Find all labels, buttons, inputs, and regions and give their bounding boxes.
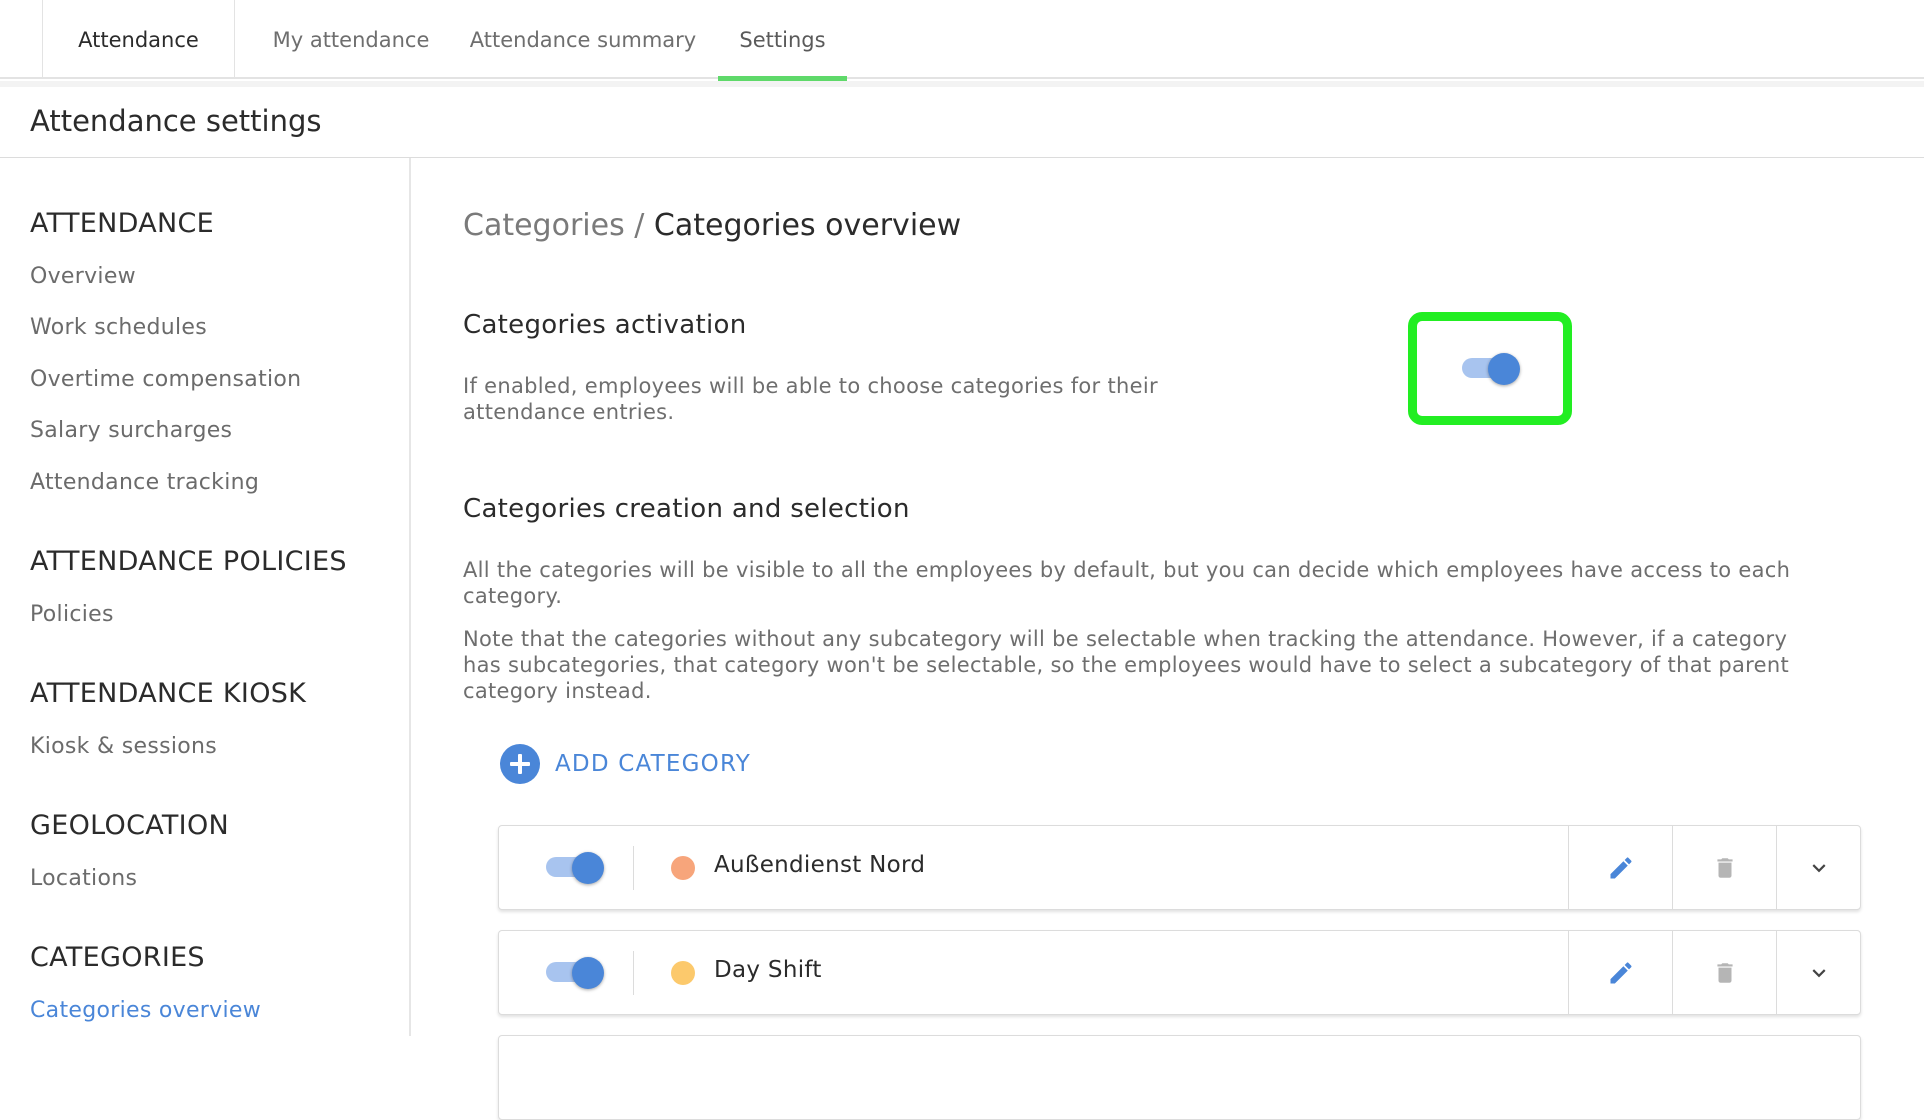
creation-note: Note that the categories without any sub…: [463, 626, 1789, 704]
row-divider: [633, 846, 634, 890]
sidebar-item-attendance-tracking[interactable]: Attendance tracking: [30, 470, 259, 495]
trash-icon: [1716, 962, 1733, 983]
settings-sidebar: ATTENDANCE Overview Work schedules Overt…: [0, 158, 411, 1036]
add-category-button[interactable]: ADD CATEGORY: [500, 744, 751, 784]
creation-note-line: category instead.: [463, 679, 652, 703]
tab-attendance-summary[interactable]: Attendance summary: [460, 0, 706, 79]
delete-category-button[interactable]: [1672, 931, 1776, 1014]
breadcrumb: Categories / Categories overview: [463, 208, 961, 243]
breadcrumb-current: Categories overview: [653, 208, 962, 243]
pencil-icon: [1610, 961, 1632, 983]
sidebar-section-categories: CATEGORIES: [30, 942, 205, 973]
page-title: Attendance settings: [30, 104, 322, 138]
sidebar-item-policies[interactable]: Policies: [30, 602, 114, 627]
creation-note-line: Note that the categories without any sub…: [463, 627, 1788, 651]
delete-category-button[interactable]: [1672, 826, 1776, 909]
breadcrumb-separator: /: [634, 208, 645, 243]
edit-category-button[interactable]: [1568, 931, 1672, 1014]
category-row: Day Shift: [498, 930, 1861, 1015]
breadcrumb-parent-link[interactable]: Categories: [463, 208, 625, 243]
category-row-partial: [498, 1035, 1861, 1120]
toggle-thumb: [572, 852, 604, 884]
activation-description-line: If enabled, employees will be able to ch…: [463, 374, 1158, 398]
sidebar-item-overview[interactable]: Overview: [30, 264, 136, 289]
creation-note-line: has subcategories, that category won't b…: [463, 653, 1790, 677]
tab-settings[interactable]: Settings: [718, 0, 847, 81]
activation-title: Categories activation: [463, 310, 747, 340]
top-tab-bar: Attendance My attendance Attendance summ…: [0, 0, 1924, 81]
category-name: Außendienst Nord: [714, 852, 926, 878]
category-color-dot: [671, 961, 695, 985]
sidebar-item-salary-surcharges[interactable]: Salary surcharges: [30, 418, 232, 443]
chevron-down-icon: [1812, 968, 1825, 977]
creation-description-line: All the categories will be visible to al…: [463, 558, 1791, 582]
chevron-down-icon: [1812, 863, 1825, 872]
categories-activation-toggle[interactable]: [1460, 353, 1520, 385]
sidebar-section-geolocation: GEOLOCATION: [30, 810, 229, 841]
creation-description-line: category.: [463, 584, 563, 608]
app-title-tab[interactable]: Attendance: [42, 0, 235, 79]
category-enabled-toggle[interactable]: [544, 852, 604, 884]
page-header: Attendance settings: [0, 87, 1924, 158]
category-color-dot: [671, 856, 695, 880]
expand-category-button[interactable]: [1776, 931, 1860, 1014]
category-enabled-toggle[interactable]: [544, 957, 604, 989]
activation-description-line: attendance entries.: [463, 400, 675, 424]
expand-category-button[interactable]: [1776, 826, 1860, 909]
activation-description: If enabled, employees will be able to ch…: [463, 373, 1158, 425]
tab-settings-label: Settings: [739, 27, 826, 52]
plus-circle-icon: [500, 744, 540, 784]
pencil-icon: [1610, 856, 1632, 878]
creation-title: Categories creation and selection: [463, 494, 910, 524]
sidebar-item-work-schedules[interactable]: Work schedules: [30, 315, 207, 340]
main-content: Categories / Categories overview Categor…: [413, 158, 1924, 1120]
toggle-thumb: [1488, 353, 1520, 385]
add-category-label: ADD CATEGORY: [555, 751, 751, 777]
sidebar-item-kiosk-sessions[interactable]: Kiosk & sessions: [30, 734, 217, 759]
tab-my-attendance[interactable]: My attendance: [270, 0, 432, 79]
category-name: Day Shift: [714, 957, 822, 983]
sidebar-item-locations[interactable]: Locations: [30, 866, 137, 891]
category-row: Außendienst Nord: [498, 825, 1861, 910]
sidebar-item-categories-overview[interactable]: Categories overview: [30, 998, 261, 1023]
sidebar-section-attendance-kiosk: ATTENDANCE KIOSK: [30, 678, 307, 709]
edit-category-button[interactable]: [1568, 826, 1672, 909]
creation-description: All the categories will be visible to al…: [463, 557, 1790, 609]
sidebar-section-attendance-policies: ATTENDANCE POLICIES: [30, 546, 347, 577]
sidebar-section-attendance: ATTENDANCE: [30, 208, 215, 239]
sidebar-item-overtime-compensation[interactable]: Overtime compensation: [30, 367, 301, 392]
trash-icon: [1716, 857, 1733, 878]
row-divider: [633, 951, 634, 995]
toggle-thumb: [572, 957, 604, 989]
